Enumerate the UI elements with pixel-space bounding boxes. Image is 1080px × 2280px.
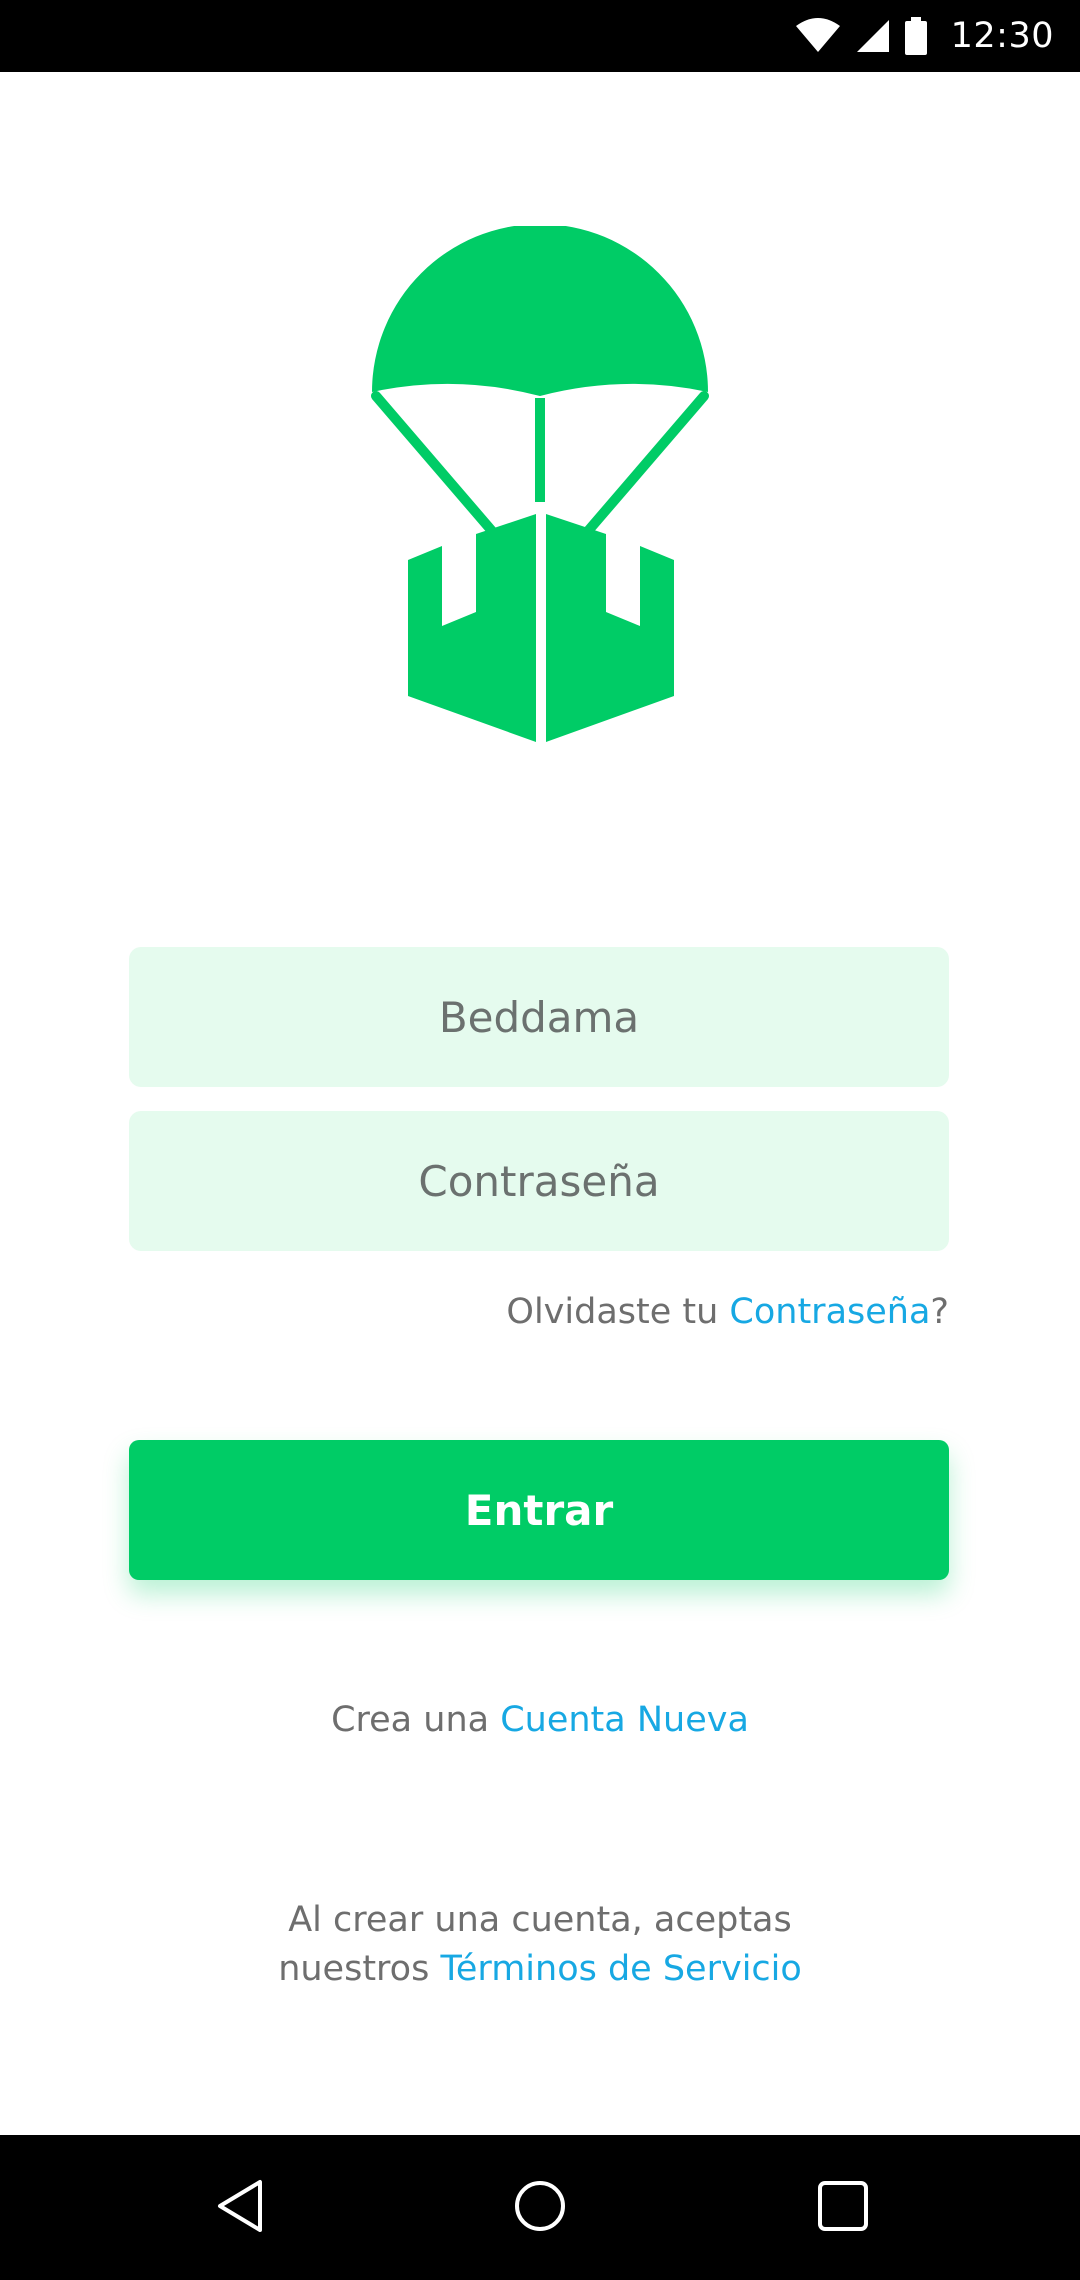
recents-button[interactable]: [768, 2135, 918, 2280]
forgot-password-prefix: Olvidaste tu: [506, 1292, 730, 1332]
status-icons: 12:30: [795, 0, 1054, 72]
login-screen: 12:30 Olvidaste tu Contraseña? Entrar: [0, 0, 1080, 2280]
parachute-box-icon: [366, 224, 714, 746]
status-bar: 12:30: [0, 0, 1080, 72]
create-account-text: Crea una Cuenta Nueva: [0, 1700, 1080, 1740]
wifi-icon: [795, 18, 841, 54]
password-field[interactable]: [129, 1110, 949, 1252]
terms-text: Al crear una cuenta, aceptas nuestros Té…: [0, 1896, 1080, 1994]
home-button[interactable]: [465, 2135, 615, 2280]
back-button[interactable]: [165, 2135, 315, 2280]
terms-prefix: nuestros: [278, 1949, 441, 1989]
forgot-password-text: Olvidaste tu Contraseña?: [506, 1292, 949, 1332]
username-field[interactable]: [129, 946, 949, 1088]
recents-icon: [816, 2179, 870, 2237]
navigation-bar: [0, 2135, 1080, 2280]
create-account-prefix: Crea una: [331, 1700, 501, 1740]
cell-signal-icon: [855, 18, 891, 54]
forgot-password-link[interactable]: Contraseña: [729, 1292, 930, 1332]
login-button[interactable]: Entrar: [129, 1440, 949, 1580]
password-input[interactable]: [129, 1110, 949, 1252]
create-account-link[interactable]: Cuenta Nueva: [500, 1700, 749, 1740]
home-icon: [513, 2179, 567, 2237]
status-time: 12:30: [950, 16, 1054, 56]
terms-of-service-link[interactable]: Términos de Servicio: [440, 1949, 801, 1989]
back-icon: [214, 2178, 266, 2238]
terms-line-1: Al crear una cuenta, aceptas: [288, 1900, 792, 1940]
terms-line-2: nuestros Términos de Servicio: [0, 1945, 1080, 1994]
username-input[interactable]: [129, 946, 949, 1088]
battery-icon: [904, 17, 927, 55]
forgot-password-suffix: ?: [930, 1292, 949, 1332]
